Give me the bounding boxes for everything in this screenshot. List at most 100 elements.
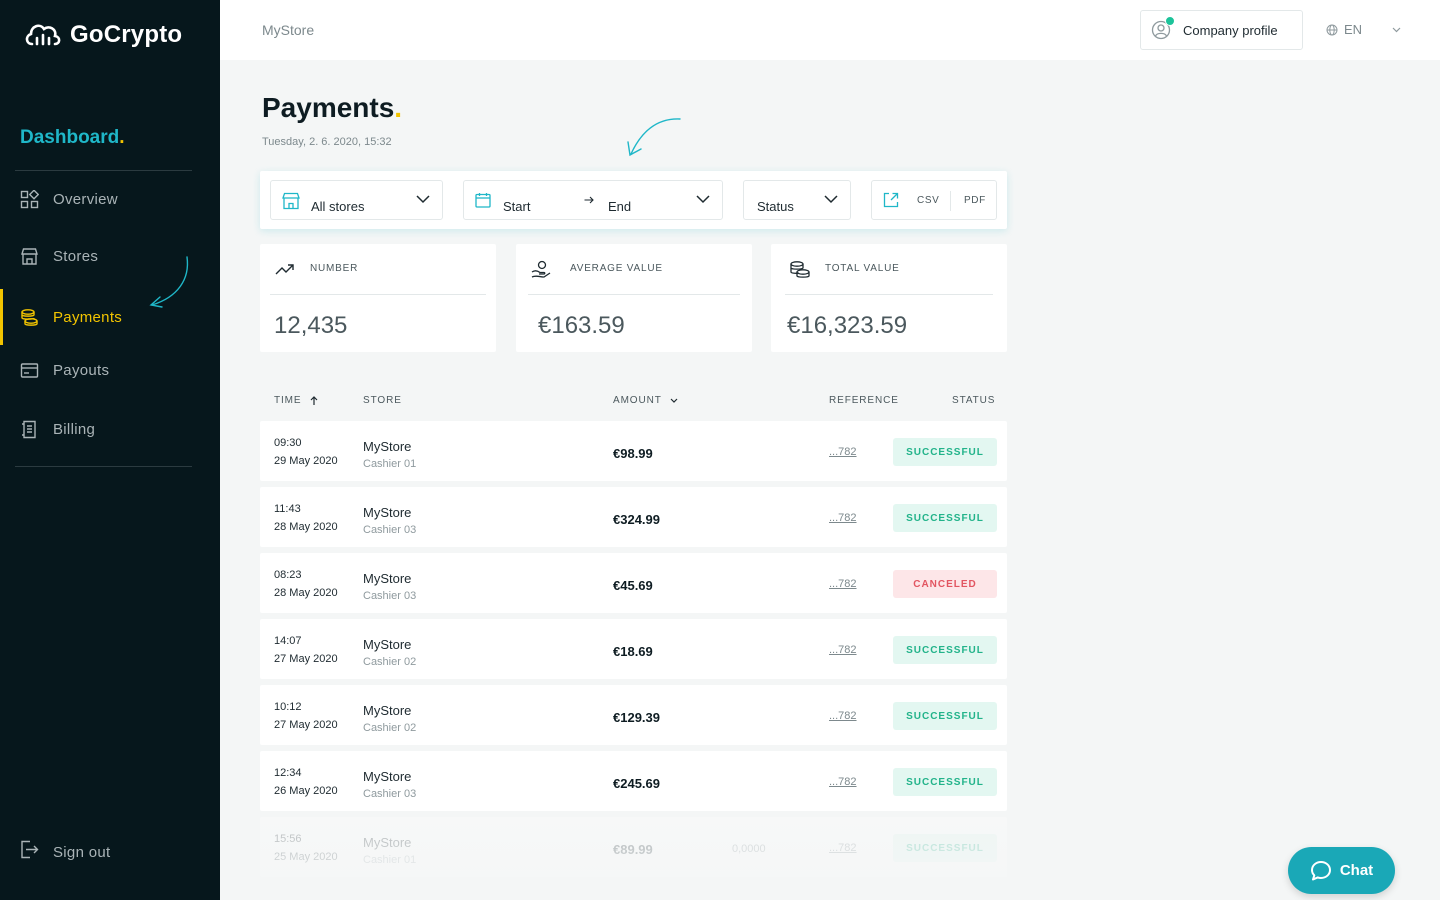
- sort-arrow-up-icon: [310, 395, 317, 405]
- store-icon: [20, 247, 39, 266]
- page-title-dot: .: [394, 92, 403, 123]
- sidebar-item-label: Payments: [53, 308, 123, 326]
- row-amount: €245.69: [613, 776, 660, 791]
- chat-button[interactable]: Chat: [1288, 847, 1395, 894]
- logo[interactable]: GoCrypto: [24, 20, 182, 50]
- row-amount: €324.99: [613, 512, 660, 527]
- table-row[interactable]: 12:34 26 May 2020 MyStore Cashier 03 €24…: [260, 751, 1007, 811]
- section-title-dot: .: [119, 127, 125, 148]
- cloud-logo-icon: [25, 24, 61, 46]
- column-header-label: TIME: [274, 395, 302, 406]
- sidebar-divider-bottom: [15, 466, 192, 467]
- chat-label: Chat: [1339, 862, 1374, 879]
- sidebar-item-label: Payouts: [53, 361, 110, 379]
- stat-divider: [785, 294, 993, 295]
- row-date: 25 May 2020: [274, 851, 338, 863]
- export-divider: [950, 191, 951, 211]
- row-cashier: Cashier 02: [363, 722, 417, 734]
- row-store: MyStore: [363, 703, 412, 718]
- column-header-label: STATUS: [952, 395, 996, 406]
- row-reference-link[interactable]: ...782: [829, 578, 857, 590]
- stat-card-average-value: AVERAGE VALUE €163.59: [516, 244, 752, 352]
- export-icon: [883, 192, 899, 208]
- sign-out-button[interactable]: Sign out: [20, 840, 110, 864]
- row-reference-link[interactable]: ...782: [829, 842, 857, 854]
- row-extra-value: 0,0000: [732, 843, 766, 855]
- language-selector[interactable]: EN: [1326, 22, 1401, 37]
- card-icon: [20, 361, 39, 380]
- status-filter-dropdown[interactable]: Status: [743, 180, 851, 220]
- row-cashier: Cashier 02: [363, 656, 417, 668]
- row-date: 27 May 2020: [274, 719, 338, 731]
- column-header-label: REFERENCE: [829, 395, 899, 406]
- sidebar-item-label: Overview: [53, 190, 118, 208]
- row-cashier: Cashier 01: [363, 458, 417, 470]
- status-filter-value: Status: [757, 199, 794, 214]
- row-reference-link[interactable]: ...782: [829, 446, 857, 458]
- row-time: 14:07: [274, 635, 302, 647]
- date-end-label: End: [608, 199, 632, 214]
- store-filter-dropdown[interactable]: All stores: [270, 180, 443, 220]
- row-date: 28 May 2020: [274, 587, 338, 599]
- chevron-down-icon: [416, 195, 430, 204]
- receipt-icon: [20, 420, 39, 439]
- export-csv-button[interactable]: CSV: [917, 195, 939, 206]
- status-badge: SUCCESSFUL: [893, 504, 997, 532]
- row-cashier: Cashier 03: [363, 590, 417, 602]
- row-cashier: Cashier 01: [363, 854, 417, 866]
- column-header-amount[interactable]: AMOUNT: [613, 395, 678, 406]
- logo-text: GoCrypto: [70, 21, 183, 48]
- row-reference-link[interactable]: ...782: [829, 512, 857, 524]
- grid-icon: [20, 189, 39, 209]
- trend-up-icon: [275, 264, 294, 275]
- export-pdf-button[interactable]: PDF: [964, 195, 986, 206]
- row-amount: €45.69: [613, 578, 653, 593]
- filter-bar: All stores Start End Status CSV PDF: [260, 171, 1007, 229]
- chevron-down-icon: [670, 398, 678, 403]
- current-datetime: Tuesday, 2. 6. 2020, 15:32: [262, 136, 392, 148]
- sign-out-icon: [20, 840, 39, 864]
- sidebar-item-overview[interactable]: Overview: [0, 171, 220, 227]
- store-filter-value: All stores: [311, 199, 365, 214]
- row-time: 11:43: [274, 503, 301, 515]
- column-header-store: STORE: [363, 395, 402, 406]
- sidebar-item-payouts[interactable]: Payouts: [0, 342, 220, 398]
- stat-card-number: NUMBER 12,435: [260, 244, 496, 352]
- status-badge: SUCCESSFUL: [893, 834, 997, 862]
- hint-arrow-icon: [149, 256, 189, 308]
- row-date: 28 May 2020: [274, 521, 338, 533]
- online-status-dot: [1165, 16, 1175, 26]
- date-range-picker[interactable]: Start End: [463, 180, 723, 220]
- row-time: 08:23: [274, 569, 302, 581]
- row-cashier: Cashier 03: [363, 524, 417, 536]
- sidebar-item-billing[interactable]: Billing: [0, 401, 220, 457]
- export-group: CSV PDF: [871, 180, 997, 220]
- column-header-time[interactable]: TIME: [274, 395, 318, 406]
- row-reference-link[interactable]: ...782: [829, 710, 857, 722]
- status-badge: CANCELED: [893, 570, 997, 598]
- table-row[interactable]: 14:07 27 May 2020 MyStore Cashier 02 €18…: [260, 619, 1007, 679]
- chevron-down-icon: [824, 195, 838, 204]
- row-store: MyStore: [363, 571, 412, 586]
- sidebar: GoCrypto Dashboard. Overview Stores Paym…: [0, 0, 220, 900]
- topbar: MyStore Company profile EN: [220, 0, 1440, 60]
- company-profile-button[interactable]: Company profile: [1140, 10, 1303, 50]
- row-store: MyStore: [363, 439, 412, 454]
- table-row[interactable]: 09:30 29 May 2020 MyStore Cashier 01 €98…: [260, 421, 1007, 481]
- column-header-label: STORE: [363, 395, 402, 406]
- sidebar-section-title: Dashboard.: [20, 127, 125, 149]
- row-store: MyStore: [363, 637, 412, 652]
- stat-value: 12,435: [274, 312, 348, 339]
- table-row[interactable]: 10:12 27 May 2020 MyStore Cashier 02 €12…: [260, 685, 1007, 745]
- row-reference-link[interactable]: ...782: [829, 644, 857, 656]
- row-store: MyStore: [363, 835, 412, 850]
- table-row[interactable]: 15:56 25 May 2020 MyStore Cashier 01 €89…: [260, 817, 1007, 877]
- table-row[interactable]: 08:23 28 May 2020 MyStore Cashier 03 €45…: [260, 553, 1007, 613]
- status-badge: SUCCESSFUL: [893, 702, 997, 730]
- column-header-status: STATUS: [952, 395, 995, 406]
- table-row[interactable]: 11:43 28 May 2020 MyStore Cashier 03 €32…: [260, 487, 1007, 547]
- row-store: MyStore: [363, 769, 412, 784]
- row-reference-link[interactable]: ...782: [829, 776, 857, 788]
- hint-arrow-icon: [627, 118, 681, 157]
- section-title-text: Dashboard: [20, 127, 120, 148]
